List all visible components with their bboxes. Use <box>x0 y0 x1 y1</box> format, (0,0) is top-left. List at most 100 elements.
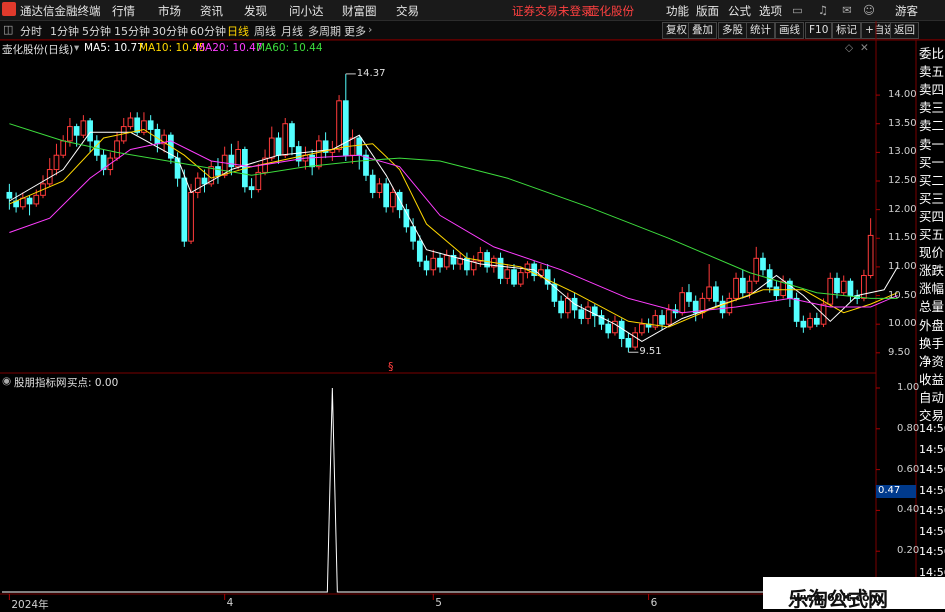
candle-body <box>504 269 511 279</box>
candle-body <box>861 275 867 299</box>
candle-body <box>746 280 753 294</box>
candle-body <box>194 177 201 193</box>
candle-body <box>376 183 383 193</box>
candle-body <box>19 197 26 208</box>
quote-field-label[interactable]: 换手 <box>919 333 944 352</box>
quote-field-label[interactable]: 买二 <box>919 170 944 189</box>
candle-body <box>316 140 322 168</box>
candle-body <box>114 140 120 159</box>
candle-body <box>275 137 282 156</box>
quote-field-label[interactable]: 外盘 <box>919 315 944 334</box>
candle-body <box>356 137 363 156</box>
quote-field-label[interactable]: 现价 <box>919 242 944 261</box>
x-tick-label: 6 <box>650 597 658 609</box>
indicator-tick-label: 0.40 <box>897 504 920 516</box>
candle-body <box>760 257 766 271</box>
candle-body <box>632 332 638 348</box>
kline-chart[interactable] <box>0 0 945 609</box>
indicator-name[interactable]: 股朋指标网 <box>14 375 67 390</box>
candle-body <box>73 126 80 136</box>
candle-body <box>383 183 390 208</box>
candle-body <box>363 154 369 176</box>
indicator-value: 买点: 0.00 <box>67 377 119 389</box>
candle-body <box>309 154 316 168</box>
price-tick-label: 10.00 <box>888 318 917 330</box>
quote-field-label[interactable]: 委比 <box>919 43 944 62</box>
candle-body <box>665 309 672 325</box>
candle-body <box>188 191 194 242</box>
cursor-value-box: 0.47 <box>876 485 916 498</box>
price-tick-label: 13.00 <box>888 146 917 158</box>
quote-field-label[interactable]: 收益 <box>919 369 944 388</box>
quote-field-label[interactable]: 买五 <box>919 224 944 243</box>
candle-body <box>585 306 591 319</box>
candle-body <box>33 194 40 205</box>
candle-body <box>228 154 235 168</box>
candle-body <box>349 137 356 156</box>
candle-body <box>739 277 746 294</box>
price-tick-label: 12.50 <box>888 175 917 186</box>
price-tick-label: 13.50 <box>888 117 917 129</box>
candle-body <box>53 154 60 171</box>
quote-field-label[interactable]: 涨幅 <box>919 278 944 297</box>
candle-body <box>719 300 726 314</box>
candle-body <box>564 297 571 314</box>
candle-body <box>713 286 719 302</box>
candle-body <box>840 280 847 294</box>
candle-body <box>753 257 760 282</box>
quote-field-label[interactable]: 卖五 <box>919 61 944 80</box>
quote-field-label[interactable]: 买四 <box>919 206 944 225</box>
candle-body <box>289 123 295 148</box>
indicator-tick-label: 0.20 <box>897 545 920 557</box>
quote-field-label[interactable]: 卖二 <box>919 115 944 134</box>
candle-body <box>517 272 524 285</box>
candle-body <box>60 140 67 156</box>
candle-body <box>827 277 834 305</box>
candle-body <box>416 240 423 262</box>
price-tick-label: 14.00 <box>888 89 917 101</box>
candle-body <box>443 254 450 268</box>
candle-body <box>127 117 134 128</box>
candle-body <box>834 277 840 294</box>
candle-body <box>147 120 154 130</box>
quote-field-label[interactable]: 卖一 <box>919 134 944 153</box>
tick-time: 14:56 <box>919 483 945 497</box>
quote-field-label[interactable]: 买三 <box>919 188 944 207</box>
quote-field-label[interactable]: 净资 <box>919 351 944 370</box>
candle-body <box>67 126 73 142</box>
quote-field-label[interactable]: 卖三 <box>919 97 944 116</box>
tick-time: 14:56 <box>919 524 945 538</box>
price-tick-label: 12.00 <box>888 203 917 215</box>
event-marker[interactable]: § <box>388 360 394 373</box>
candle-body <box>369 174 376 193</box>
quote-field-label[interactable]: 买一 <box>919 152 944 171</box>
quote-field-label[interactable]: 卖四 <box>919 79 944 98</box>
candle-body <box>800 320 807 328</box>
candle-body <box>6 191 13 199</box>
candle-body <box>80 120 87 136</box>
candle-body <box>268 137 275 159</box>
x-tick-label: 2024年 <box>11 599 49 611</box>
candle-body <box>625 338 632 348</box>
x-tick-label: 5 <box>435 597 442 609</box>
candle-body <box>807 317 813 328</box>
price-tick-label: 11.50 <box>888 232 917 244</box>
candle-body <box>497 257 504 279</box>
quote-field-label[interactable]: 总量 <box>919 296 944 315</box>
candle-body <box>867 234 874 276</box>
low-price-label: 9.51 <box>639 346 662 358</box>
quote-field-label[interactable]: 涨跌 <box>919 260 944 279</box>
candle-body <box>87 120 93 142</box>
indicator-tick-label: 0.80 <box>897 422 920 434</box>
quote-field-label[interactable]: 自动 <box>919 387 944 406</box>
x-tick-label: 4 <box>226 597 234 609</box>
watermark-url: www.60lt.com <box>793 591 882 604</box>
candle-body <box>430 257 437 271</box>
candle-body <box>679 292 686 314</box>
candle-body <box>336 100 342 151</box>
price-tick-label: 11.00 <box>888 260 917 272</box>
indicator-dropdown-icon[interactable]: ◉ <box>2 375 11 387</box>
candle-body <box>201 177 208 185</box>
ma60-line <box>9 123 898 299</box>
candle-body <box>558 300 564 314</box>
